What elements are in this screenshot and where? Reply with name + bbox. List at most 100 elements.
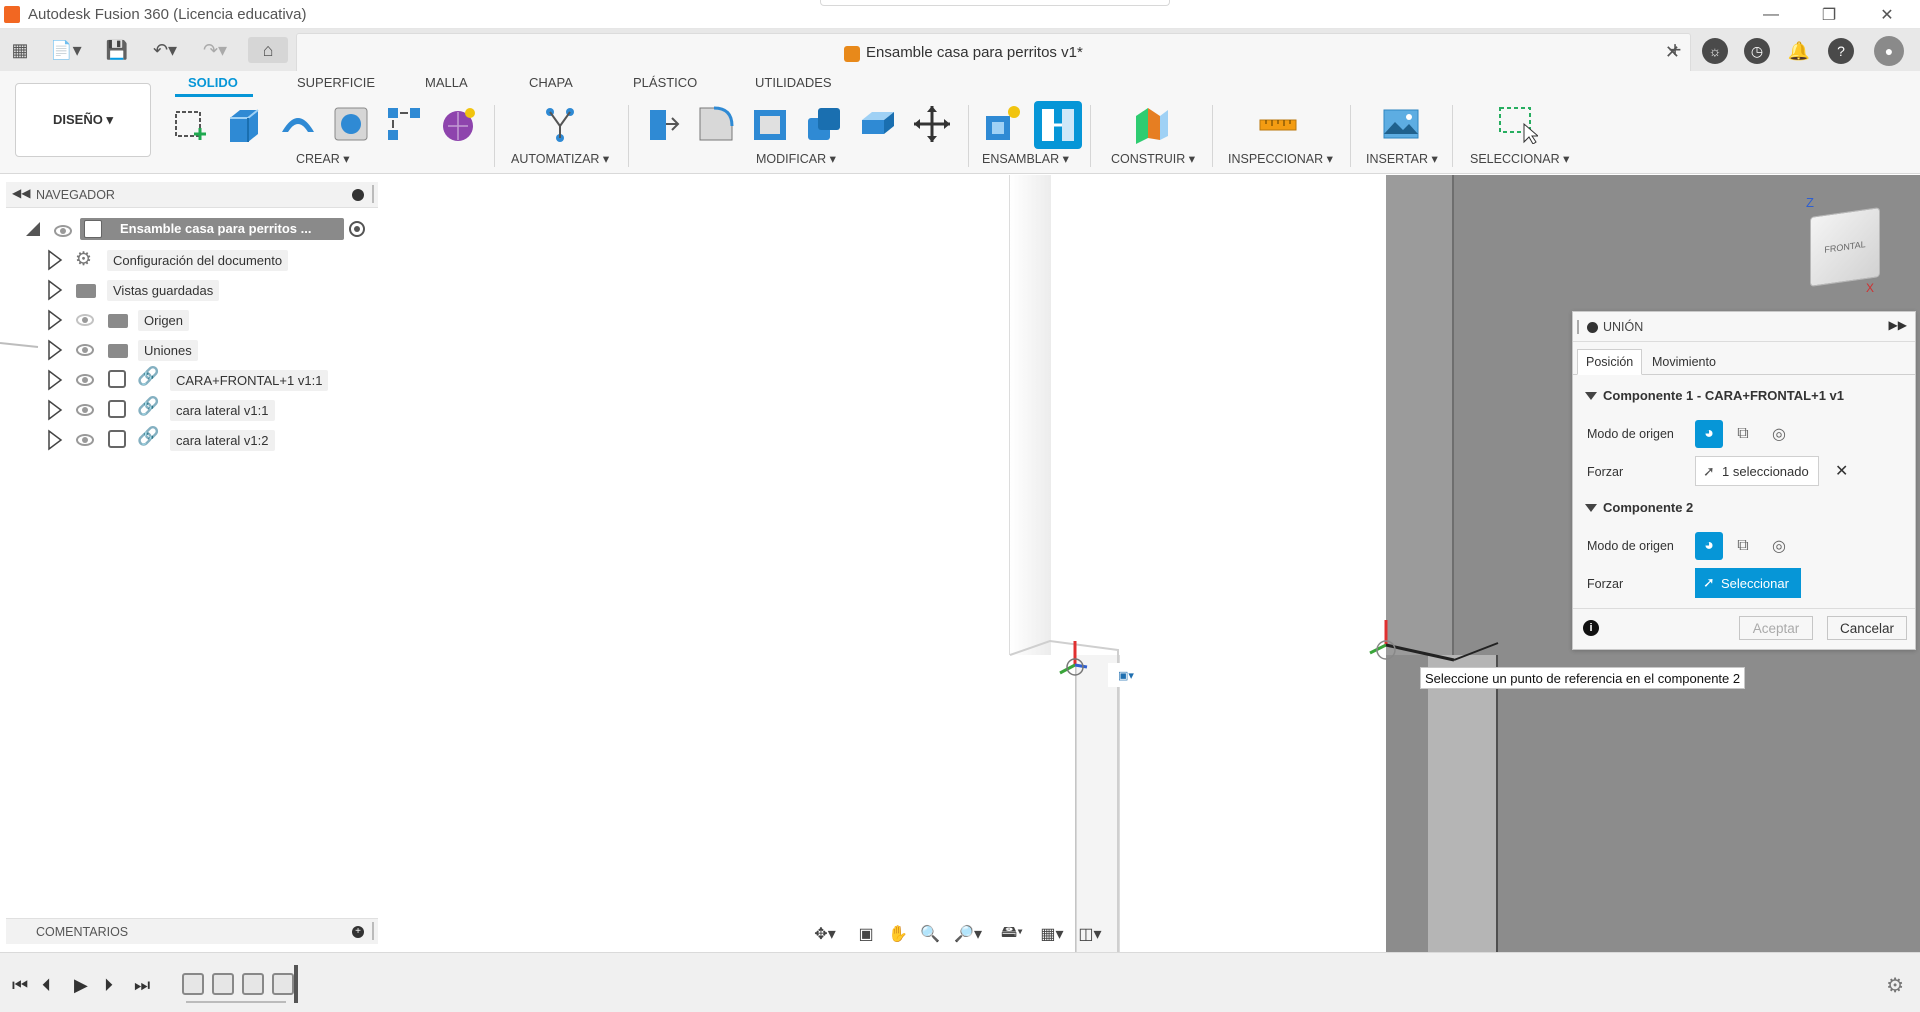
collapse-browser-icon[interactable]: ◀◀ <box>12 186 30 200</box>
timeline-marker[interactable] <box>294 965 298 1003</box>
between-two-faces-icon[interactable]: ⧉ <box>1729 420 1757 448</box>
group-ensamblar[interactable]: ENSAMBLAR ▾ <box>982 151 1069 166</box>
component2-select-button[interactable]: ➚ Seleccionar <box>1695 568 1801 598</box>
browser-item-component-side-1[interactable]: cara lateral v1:1 <box>170 398 275 422</box>
display-settings-icon[interactable]: ▣▾ <box>1108 663 1144 687</box>
simple-origin-icon[interactable]: ◕ <box>1695 532 1723 560</box>
joint-dialog[interactable]: UNIÓN ▶▶ Posición Movimiento Componente … <box>1572 311 1916 650</box>
tab-plastico[interactable]: PLÁSTICO <box>633 75 697 90</box>
browser-minimize-icon[interactable] <box>352 189 364 201</box>
joint-icon[interactable] <box>1034 101 1082 149</box>
measure-icon[interactable] <box>1258 104 1298 144</box>
go-to-start-icon[interactable]: ⏮ <box>12 975 28 996</box>
job-status-icon[interactable]: ◷ <box>1744 38 1770 64</box>
visibility-eye-icon[interactable] <box>76 404 94 416</box>
between-two-faces-icon[interactable]: ⧉ <box>1729 532 1757 560</box>
tab-solido[interactable]: SOLIDO <box>188 75 238 90</box>
group-insertar[interactable]: INSERTAR ▾ <box>1366 151 1438 166</box>
rectangular-pattern-icon[interactable] <box>384 104 424 144</box>
browser-item-origin[interactable]: Origen <box>138 308 190 332</box>
go-to-end-icon[interactable]: ⏭ <box>134 975 150 996</box>
select-window-icon[interactable] <box>1498 104 1540 145</box>
grid-settings-icon[interactable]: ▦▾ <box>1034 922 1070 946</box>
dialog-grip-icon[interactable] <box>1577 320 1579 334</box>
expand-doc-settings-icon[interactable] <box>44 250 66 272</box>
tab-position[interactable]: Posición <box>1577 349 1643 375</box>
move-icon[interactable] <box>912 104 952 144</box>
section-collapse-icon[interactable] <box>1585 504 1597 512</box>
redo-icon[interactable]: ↷▾ <box>194 37 236 63</box>
fillet-icon[interactable] <box>696 104 736 144</box>
apps-grid-icon[interactable]: ▦ <box>8 37 32 63</box>
comments-panel[interactable]: COMENTARIOS + <box>6 918 378 944</box>
timeline-feature-icon[interactable] <box>242 973 264 995</box>
component2-title[interactable]: Componente 2 <box>1603 500 1693 515</box>
group-inspeccionar[interactable]: INSPECCIONAR ▾ <box>1228 151 1333 166</box>
browser-item-saved-views[interactable]: Vistas guardadas <box>107 278 220 302</box>
timeline-feature-icon[interactable] <box>272 973 294 995</box>
help-icon[interactable]: ? <box>1828 38 1854 64</box>
zoom-window-icon[interactable]: 🔎▾ <box>950 922 986 946</box>
viewports-icon[interactable]: ◫▾ <box>1072 922 1108 946</box>
combine-icon[interactable] <box>804 104 844 144</box>
browser-header[interactable]: ◀◀ NAVEGADOR <box>6 182 378 208</box>
close-icon[interactable]: ✕ <box>1864 0 1910 29</box>
timeline-feature-icon[interactable] <box>212 973 234 995</box>
ok-button[interactable]: Aceptar <box>1739 616 1813 640</box>
timeline-feature-icon[interactable] <box>182 973 204 995</box>
tab-utilidades[interactable]: UTILIDADES <box>755 75 832 90</box>
tab-malla[interactable]: MALLA <box>425 75 468 90</box>
panel-pin-icon[interactable] <box>372 922 374 940</box>
simple-origin-icon[interactable]: ◕ <box>1695 420 1723 448</box>
component1-title[interactable]: Componente 1 - CARA+FRONTAL+1 v1 <box>1603 388 1844 403</box>
new-tab-icon[interactable]: + <box>1660 37 1690 63</box>
automate-icon[interactable] <box>540 104 580 144</box>
workspace-selector[interactable]: DISEÑO ▾ <box>15 83 151 157</box>
visibility-eye-icon[interactable] <box>76 344 94 356</box>
component1-snap-selection[interactable]: ➚ 1 seleccionado <box>1695 456 1819 486</box>
tab-superficie[interactable]: SUPERFICIE <box>297 75 375 90</box>
visibility-eye-icon[interactable] <box>76 434 94 446</box>
offset-plane-icon[interactable] <box>1132 104 1172 144</box>
expand-root-icon[interactable] <box>26 222 40 236</box>
visibility-eye-icon[interactable] <box>76 374 94 386</box>
section-collapse-icon[interactable] <box>1585 392 1597 400</box>
home-icon[interactable]: ⌂ <box>248 37 288 63</box>
press-pull-icon[interactable] <box>642 104 682 144</box>
file-menu-icon[interactable]: 📄▾ <box>48 37 84 63</box>
display-settings-icon[interactable]: 🖴▾ <box>994 922 1030 946</box>
restore-icon[interactable]: ❐ <box>1806 0 1852 29</box>
visibility-eye-icon[interactable] <box>54 225 72 237</box>
step-back-icon[interactable]: ⏴ <box>42 975 51 996</box>
pan-hand-icon[interactable]: ✋ <box>886 922 910 946</box>
orbit-icon[interactable]: ✥▾ <box>808 922 842 946</box>
cancel-button[interactable]: Cancelar <box>1827 616 1907 640</box>
browser-root-row[interactable]: Ensamble casa para perritos ... <box>80 218 344 240</box>
document-tab[interactable]: Ensamble casa para perritos v1* ✕ <box>296 33 1691 71</box>
info-icon[interactable]: i <box>1583 620 1599 636</box>
data-panel-icon[interactable]: ☼ <box>1702 38 1728 64</box>
browser-item-component-front[interactable]: CARA+FRONTAL+1 v1:1 <box>170 368 329 392</box>
group-crear[interactable]: CREAR ▾ <box>296 151 350 166</box>
shell-icon[interactable] <box>750 104 790 144</box>
extrude-icon[interactable] <box>224 104 264 144</box>
offset-face-icon[interactable] <box>858 104 898 144</box>
revolve-icon[interactable] <box>278 104 318 144</box>
group-modificar[interactable]: MODIFICAR ▾ <box>756 151 836 166</box>
group-seleccionar[interactable]: SELECCIONAR ▾ <box>1470 151 1569 166</box>
hidden-eye-icon[interactable] <box>76 314 94 326</box>
save-icon[interactable]: 💾 <box>104 37 130 63</box>
activate-radio-icon[interactable] <box>349 221 365 237</box>
dialog-collapse-icon[interactable] <box>1587 322 1598 333</box>
tab-motion[interactable]: Movimiento <box>1643 349 1725 375</box>
minimize-icon[interactable]: — <box>1748 0 1794 29</box>
expand-dialog-icon[interactable]: ▶▶ <box>1889 318 1907 332</box>
browser-item-component-side-2[interactable]: cara lateral v1:2 <box>170 428 275 452</box>
tab-chapa[interactable]: CHAPA <box>529 75 573 90</box>
create-form-icon[interactable] <box>438 104 478 144</box>
clear-selection-icon[interactable]: ✕ <box>1835 461 1848 481</box>
new-component-icon[interactable] <box>982 104 1022 144</box>
two-edge-intersection-icon[interactable]: ◎ <box>1765 532 1793 560</box>
create-sketch-icon[interactable] <box>170 104 210 144</box>
browser-item-doc-settings[interactable]: Configuración del documento <box>107 248 289 272</box>
